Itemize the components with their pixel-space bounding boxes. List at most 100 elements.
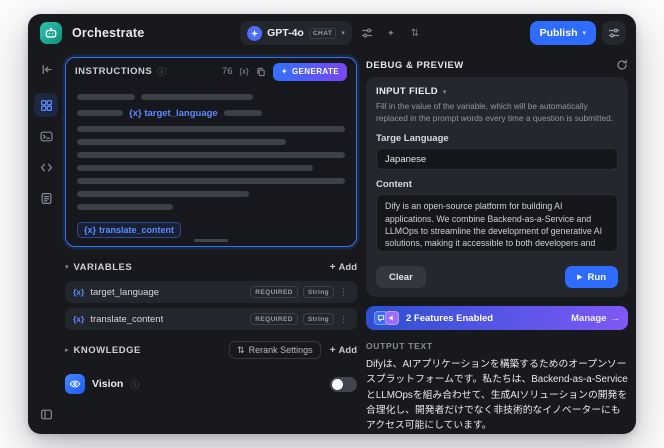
app-settings-button[interactable]: [602, 21, 626, 45]
sparkle-icon: ✦: [280, 67, 288, 76]
variable-icon: {x}: [73, 287, 85, 297]
prompt-skeleton-row: [77, 152, 345, 158]
left-nav-sidebar: [28, 52, 64, 434]
run-button[interactable]: ▶ Run: [565, 266, 618, 289]
chevron-down-icon: ▾: [582, 30, 586, 37]
title-bar-actions: Publish ▾: [529, 21, 626, 45]
copy-icon[interactable]: [256, 67, 266, 77]
chevron-right-icon: ▸: [65, 347, 69, 354]
manage-features-link[interactable]: Manage →: [571, 313, 620, 324]
nav-logs-icon[interactable]: [34, 186, 58, 210]
restart-icon[interactable]: [616, 59, 628, 71]
char-count: 76: [221, 66, 233, 77]
features-count-label: 2 Features Enabled: [406, 312, 494, 324]
model-params-button[interactable]: [358, 24, 376, 42]
rerank-settings-button[interactable]: ⇅ Rerank Settings: [229, 341, 321, 359]
required-badge: REQUIRED: [250, 313, 298, 325]
orchestrate-column: INSTRUCTIONS ⓘ 76 {x} ✦ GENERATE {x} tar…: [65, 57, 357, 424]
model-selector[interactable]: GPT-4o CHAT ▾: [240, 21, 352, 45]
back-arrow-icon[interactable]: [34, 57, 58, 81]
input-field-header[interactable]: INPUT FIELD ▾: [376, 86, 618, 97]
prompt-skeleton-row: [77, 204, 345, 210]
row-menu-icon[interactable]: ⋮: [339, 287, 349, 298]
variable-row[interactable]: {x} translate_content REQUIRED String ⋮: [65, 308, 357, 330]
app-logo-icon[interactable]: [40, 22, 62, 44]
feature-speech-icon: [385, 311, 399, 326]
prompt-skeleton-row: [77, 94, 345, 100]
block-variable-token[interactable]: {x} translate_content: [77, 222, 182, 238]
variables-header[interactable]: ▾ VARIABLES + Add: [65, 258, 357, 276]
prompt-skeleton-row: [77, 126, 345, 132]
arrow-right-icon: →: [610, 312, 621, 324]
info-icon: ⓘ: [130, 379, 140, 390]
prompt-skeleton-row: [77, 139, 345, 145]
knowledge-header[interactable]: ▸ KNOWLEDGE ⇅ Rerank Settings + Add: [65, 341, 357, 359]
vision-feature-row: Vision ⓘ: [65, 372, 357, 396]
model-selector-group: GPT-4o CHAT ▾ ✦ ⇅: [240, 21, 424, 45]
content-area: INSTRUCTIONS ⓘ 76 {x} ✦ GENERATE {x} tar…: [64, 52, 636, 434]
main-body: INSTRUCTIONS ⓘ 76 {x} ✦ GENERATE {x} tar…: [28, 52, 636, 434]
type-badge: String: [302, 313, 334, 325]
vision-eye-icon: [65, 374, 85, 394]
variables-title: VARIABLES: [73, 261, 133, 273]
model-provider-icon: [247, 25, 263, 41]
nav-terminal-icon[interactable]: [34, 124, 58, 148]
add-variable-button[interactable]: + Add: [330, 262, 357, 273]
variable-icon: {x}: [73, 314, 85, 324]
variable-row[interactable]: {x} target_language REQUIRED String ⋮: [65, 281, 357, 303]
chevron-down-icon: ▾: [442, 88, 447, 96]
info-icon: ⓘ: [157, 67, 167, 77]
knowledge-title: KNOWLEDGE: [73, 344, 141, 356]
resize-handle[interactable]: [194, 239, 228, 242]
plus-icon: +: [329, 344, 336, 356]
instructions-header: INSTRUCTIONS ⓘ 76 {x} ✦ GENERATE: [66, 58, 356, 85]
play-icon: ▶: [577, 274, 583, 282]
generate-button[interactable]: ✦ GENERATE: [272, 62, 347, 81]
prompt-variable-row: {x} target_language: [77, 107, 345, 119]
desktop-background: Orchestrate GPT-4o CHAT ▾ ✦ ⇅ Publish ▾ …: [0, 0, 664, 448]
row-menu-icon[interactable]: ⋮: [339, 314, 349, 325]
debug-preview-column: DEBUG & PREVIEW INPUT FIELD ▾ Fill in th…: [366, 57, 628, 431]
publish-button[interactable]: Publish ▾: [529, 21, 596, 45]
input-field-card: INPUT FIELD ▾ Fill in the value of the v…: [366, 77, 628, 298]
instructions-title: INSTRUCTIONS: [75, 66, 153, 77]
prompt-magic-button[interactable]: ✦: [382, 24, 400, 42]
title-bar: Orchestrate GPT-4o CHAT ▾ ✦ ⇅ Publish ▾: [28, 14, 636, 52]
page-title: Orchestrate: [72, 26, 145, 40]
type-badge: String: [302, 286, 334, 298]
output-text: Difyは、AIアプリケーションを構築するためのオープンソースプラットフォームで…: [366, 359, 628, 431]
prompt-body[interactable]: {x} target_language {x} translate_conten…: [66, 85, 356, 246]
panel-layout-icon[interactable]: [34, 402, 58, 426]
clear-button[interactable]: Clear: [376, 266, 426, 289]
vision-label: Vision: [92, 378, 124, 390]
model-mode-badge: CHAT: [308, 27, 337, 39]
generate-label: GENERATE: [291, 67, 339, 76]
nav-orchestrate-icon[interactable]: [34, 93, 58, 117]
content-textarea[interactable]: Dify is an open-source platform for buil…: [376, 194, 618, 253]
target-language-label: Targe Language: [376, 133, 449, 145]
vision-toggle[interactable]: [330, 376, 357, 392]
input-field-description: Fill in the value of the variable, which…: [376, 101, 614, 123]
instructions-toolbar: 76 {x} ✦ GENERATE: [221, 62, 347, 81]
plus-icon: +: [329, 261, 336, 273]
insert-variable-icon[interactable]: {x}: [239, 67, 248, 76]
required-badge: REQUIRED: [250, 286, 298, 298]
prompt-skeleton-row: [77, 178, 345, 184]
rerank-icon: ⇅: [237, 344, 245, 355]
inline-variable-token[interactable]: {x} target_language: [129, 108, 218, 119]
add-knowledge-button[interactable]: + Add: [330, 345, 357, 356]
features-enabled-bar[interactable]: 2 Features Enabled Manage →: [366, 306, 628, 331]
model-name: GPT-4o: [267, 27, 304, 39]
debug-header: DEBUG & PREVIEW: [366, 59, 628, 71]
model-swap-button[interactable]: ⇅: [406, 24, 424, 42]
nav-api-icon[interactable]: [34, 155, 58, 179]
chevron-down-icon: ▾: [65, 264, 69, 271]
robot-icon: [44, 26, 58, 40]
chevron-down-icon: ▾: [341, 30, 345, 37]
instructions-editor[interactable]: INSTRUCTIONS ⓘ 76 {x} ✦ GENERATE {x} tar…: [65, 57, 357, 247]
output-title: OUTPUT TEXT: [366, 341, 433, 352]
target-language-input[interactable]: [376, 148, 618, 171]
prompt-skeleton-row: [77, 165, 345, 171]
app-window: Orchestrate GPT-4o CHAT ▾ ✦ ⇅ Publish ▾ …: [28, 14, 636, 434]
debug-title: DEBUG & PREVIEW: [366, 59, 464, 71]
